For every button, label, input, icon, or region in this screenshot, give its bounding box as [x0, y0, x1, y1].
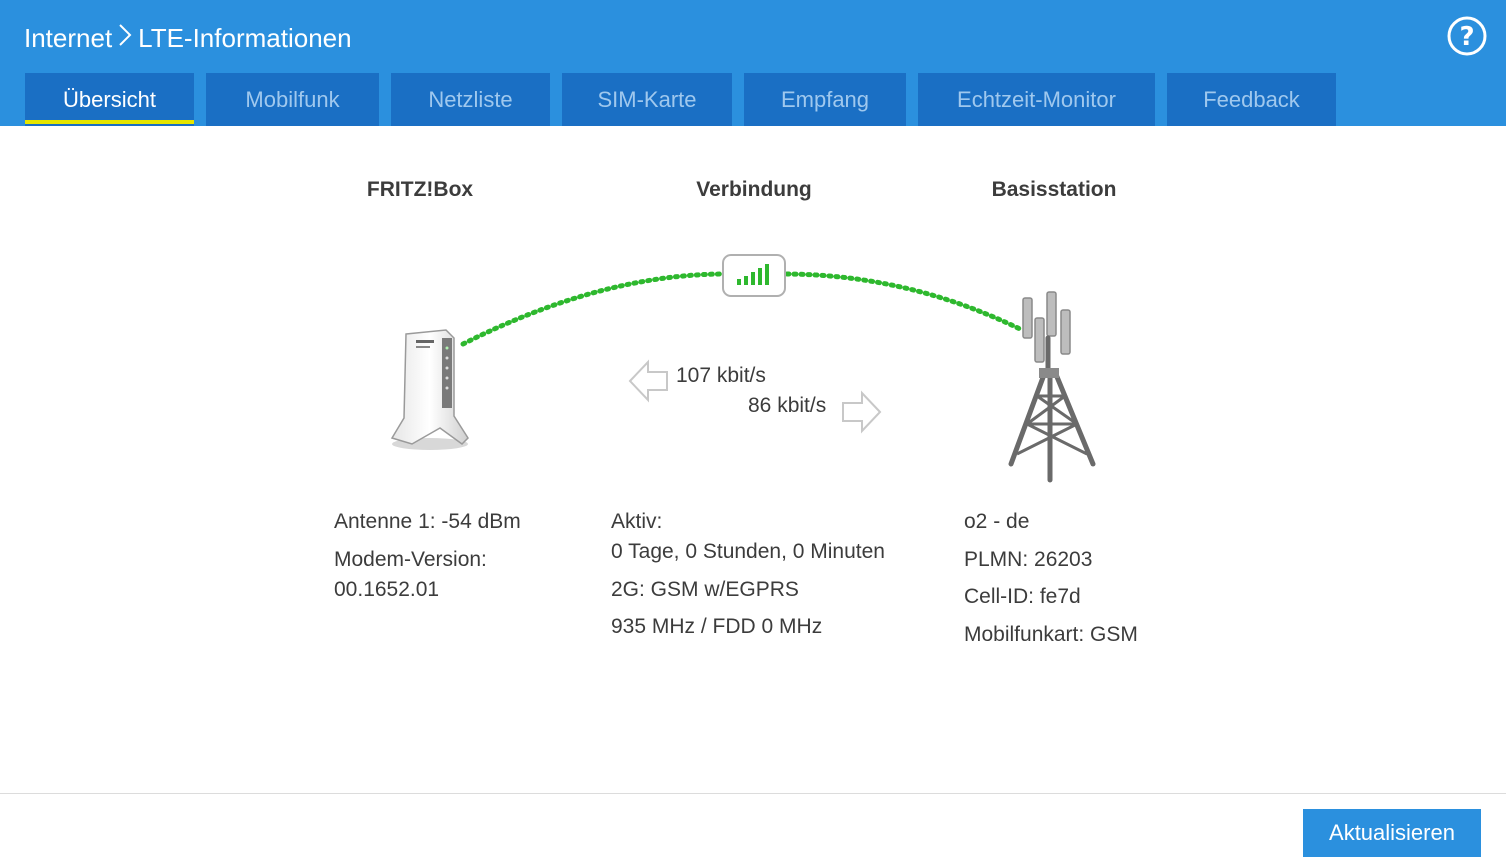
- active-duration: 0 Tage, 0 Stunden, 0 Minuten: [611, 540, 885, 563]
- update-button[interactable]: Aktualisieren: [1303, 809, 1481, 857]
- signal-strength-icon: [722, 254, 786, 297]
- modem-version-value: 00.1652.01: [334, 578, 440, 601]
- plmn-value: PLMN: 26203: [964, 548, 1093, 571]
- antenna-value: Antenne 1: -54 dBm: [334, 510, 521, 533]
- radio-type-value: Mobilfunkart: GSM: [964, 623, 1138, 646]
- arrow-left-icon: [628, 359, 668, 403]
- downstream-rate: 107 kbit/s: [676, 364, 766, 387]
- provider-value: o2 - de: [964, 510, 1030, 533]
- upstream-rate: 86 kbit/s: [748, 394, 827, 417]
- basestation-info: o2 - de PLMN: 26203 Cell-ID: fe7d Mobilf…: [964, 507, 1138, 650]
- fritzbox-device-icon: [390, 329, 469, 450]
- fritzbox-info: Antenne 1: -54 dBm Modem-Version: 00.165…: [334, 507, 521, 605]
- modem-version-label: Modem-Version:: [334, 548, 487, 571]
- connection-info: Aktiv: 0 Tage, 0 Stunden, 0 Minuten 2G: …: [611, 507, 885, 642]
- cell-id-value: Cell-ID: fe7d: [964, 585, 1081, 608]
- arrow-right-icon: [842, 390, 882, 434]
- cell-tower-icon: [1008, 291, 1096, 483]
- technology-value: 2G: GSM w/EGPRS: [611, 578, 799, 601]
- active-label: Aktiv:: [611, 510, 663, 533]
- frequency-value: 935 MHz / FDD 0 MHz: [611, 615, 823, 638]
- footer-divider: [0, 793, 1506, 794]
- connection-arc: [460, 271, 1025, 347]
